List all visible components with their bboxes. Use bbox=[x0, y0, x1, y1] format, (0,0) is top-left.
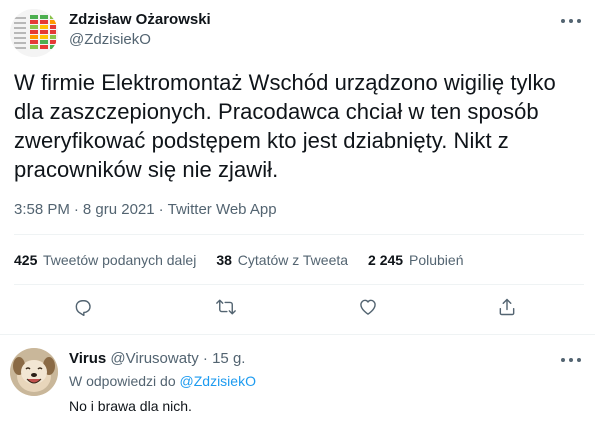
meta-separator: · bbox=[73, 201, 79, 218]
tweet-source[interactable]: Twitter Web App bbox=[168, 201, 277, 218]
reply-text: No i brawa dla nich. bbox=[69, 398, 192, 414]
retweets-stat[interactable]: 425 Tweetów podanych dalej bbox=[14, 251, 196, 269]
reply-separator: · bbox=[202, 350, 208, 367]
replying-to: W odpowiedzi do @ZdzisiekO bbox=[69, 372, 256, 390]
likes-count: 2 245 bbox=[368, 252, 404, 268]
more-options-button[interactable] bbox=[558, 14, 584, 28]
reply-button[interactable] bbox=[70, 295, 96, 319]
author-avatar[interactable] bbox=[10, 9, 58, 57]
likes-label: Polubień bbox=[408, 252, 464, 268]
divider bbox=[0, 334, 595, 335]
more-dot-icon bbox=[569, 19, 573, 23]
retweets-label: Tweetów podanych dalej bbox=[43, 252, 197, 268]
reply-avatar[interactable] bbox=[10, 348, 58, 396]
author-handle[interactable]: @ZdzisiekO bbox=[69, 31, 151, 49]
more-dot-icon bbox=[577, 19, 581, 23]
meta-separator: · bbox=[158, 201, 164, 218]
divider bbox=[14, 284, 584, 285]
like-button[interactable] bbox=[355, 295, 381, 319]
more-dot-icon bbox=[577, 358, 581, 362]
more-dot-icon bbox=[569, 358, 573, 362]
more-dot-icon bbox=[561, 19, 565, 23]
author-name[interactable]: Zdzisław Ożarowski bbox=[69, 11, 211, 29]
dog-avatar-image bbox=[10, 348, 58, 396]
retweet-icon bbox=[216, 299, 236, 315]
tweet-text: W firmie Elektromontaż Wschód urządzono … bbox=[14, 70, 556, 182]
quotes-count: 38 bbox=[216, 252, 232, 268]
replying-to-prefix: W odpowiedzi do bbox=[69, 373, 176, 389]
reply-author-handle[interactable]: @Virusowaty bbox=[110, 350, 198, 367]
replying-to-link[interactable]: @ZdzisiekO bbox=[180, 373, 256, 389]
likes-stat[interactable]: 2 245 Polubień bbox=[368, 251, 463, 269]
avatar-image bbox=[10, 9, 58, 57]
reply-header: Virus @Virusowaty · 15 g. bbox=[69, 350, 245, 368]
quotes-label: Cytatów z Tweeta bbox=[237, 252, 349, 268]
retweets-count: 425 bbox=[14, 252, 38, 268]
tweet-stats: 425 Tweetów podanych dalej 38 Cytatów z T… bbox=[14, 251, 483, 269]
reply-more-options-button[interactable] bbox=[558, 353, 584, 367]
share-icon bbox=[499, 298, 515, 316]
reply-time[interactable]: 15 g. bbox=[212, 350, 245, 367]
reply-author-name[interactable]: Virus bbox=[69, 350, 106, 367]
retweet-button[interactable] bbox=[213, 295, 239, 319]
reply-icon bbox=[75, 300, 91, 317]
more-dot-icon bbox=[561, 358, 565, 362]
tweet-meta: 3:58 PM · 8 gru 2021 · Twitter Web App bbox=[14, 201, 277, 219]
divider bbox=[14, 234, 584, 235]
tweet-actions bbox=[14, 291, 584, 323]
tweet-date[interactable]: 8 gru 2021 bbox=[83, 201, 155, 218]
heart-icon bbox=[360, 299, 376, 315]
quotes-stat[interactable]: 38 Cytatów z Tweeta bbox=[216, 251, 348, 269]
share-button[interactable] bbox=[494, 295, 520, 319]
tweet-time[interactable]: 3:58 PM bbox=[14, 201, 70, 218]
